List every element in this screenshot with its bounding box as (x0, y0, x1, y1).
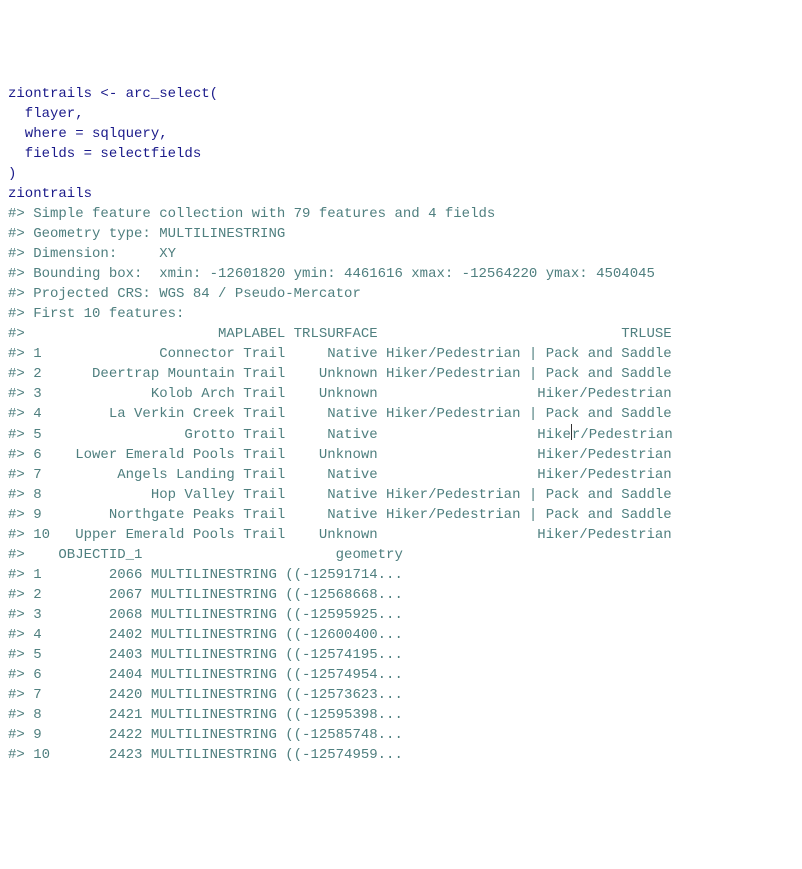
table2-row-6: #> 6 2404 MULTILINESTRING ((-12574954... (8, 667, 403, 683)
table2-row-8: #> 8 2421 MULTILINESTRING ((-12595398... (8, 707, 403, 723)
table2-row-7: #> 7 2420 MULTILINESTRING ((-12573623... (8, 687, 403, 703)
code-line-4: fields = selectfields (8, 146, 201, 162)
table2-row-9: #> 9 2422 MULTILINESTRING ((-12585748... (8, 727, 403, 743)
table2-row-5: #> 5 2403 MULTILINESTRING ((-12574195... (8, 647, 403, 663)
code-line-2: flayer, (8, 106, 84, 122)
code-line-6: ziontrails (8, 186, 92, 202)
table2-row-3: #> 3 2068 MULTILINESTRING ((-12595925... (8, 607, 403, 623)
table2-row-1: #> 1 2066 MULTILINESTRING ((-12591714... (8, 567, 403, 583)
table1-row-9: #> 9 Northgate Peaks Trail Native Hiker/… (8, 507, 672, 523)
out-header-4: #> Projected CRS: WGS 84 / Pseudo-Mercat… (8, 286, 361, 302)
out-header-5: #> First 10 features: (8, 306, 184, 322)
output-block: #> Simple feature collection with 79 fea… (8, 204, 794, 765)
table1-row-2: #> 2 Deertrap Mountain Trail Unknown Hik… (8, 366, 672, 382)
out-header-0: #> Simple feature collection with 79 fea… (8, 206, 495, 222)
table2-row-10: #> 10 2423 MULTILINESTRING ((-12574959..… (8, 747, 403, 763)
table1-header: #> MAPLABEL TRLSURFACE TRLUSE (8, 326, 672, 342)
table2-row-4: #> 4 2402 MULTILINESTRING ((-12600400... (8, 627, 403, 643)
table1-row-5-left: #> 5 Grotto Trail Native Hike (8, 427, 571, 443)
table1-row-7: #> 7 Angels Landing Trail Native Hiker/P… (8, 467, 672, 483)
code-block: ziontrails <- arc_select( flayer, where … (8, 84, 794, 204)
table1-row-3: #> 3 Kolob Arch Trail Unknown Hiker/Pede… (8, 386, 672, 402)
table1-row-8: #> 8 Hop Valley Trail Native Hiker/Pedes… (8, 487, 672, 503)
code-line-3: where = sqlquery, (8, 126, 168, 142)
table2-row-2: #> 2 2067 MULTILINESTRING ((-12568668... (8, 587, 403, 603)
out-header-1: #> Geometry type: MULTILINESTRING (8, 226, 285, 242)
table1-row-5-right: r/Pedestrian (572, 427, 673, 443)
code-line-5: ) (8, 166, 16, 182)
out-header-3: #> Bounding box: xmin: -12601820 ymin: 4… (8, 266, 655, 282)
table1-row-10: #> 10 Upper Emerald Pools Trail Unknown … (8, 527, 672, 543)
code-line-1: ziontrails <- arc_select( (8, 86, 218, 102)
table1-row-4: #> 4 La Verkin Creek Trail Native Hiker/… (8, 406, 672, 422)
out-header-2: #> Dimension: XY (8, 246, 176, 262)
table1-row-6: #> 6 Lower Emerald Pools Trail Unknown H… (8, 447, 672, 463)
table2-header: #> OBJECTID_1 geometry (8, 547, 403, 563)
table1-row-1: #> 1 Connector Trail Native Hiker/Pedest… (8, 346, 672, 362)
